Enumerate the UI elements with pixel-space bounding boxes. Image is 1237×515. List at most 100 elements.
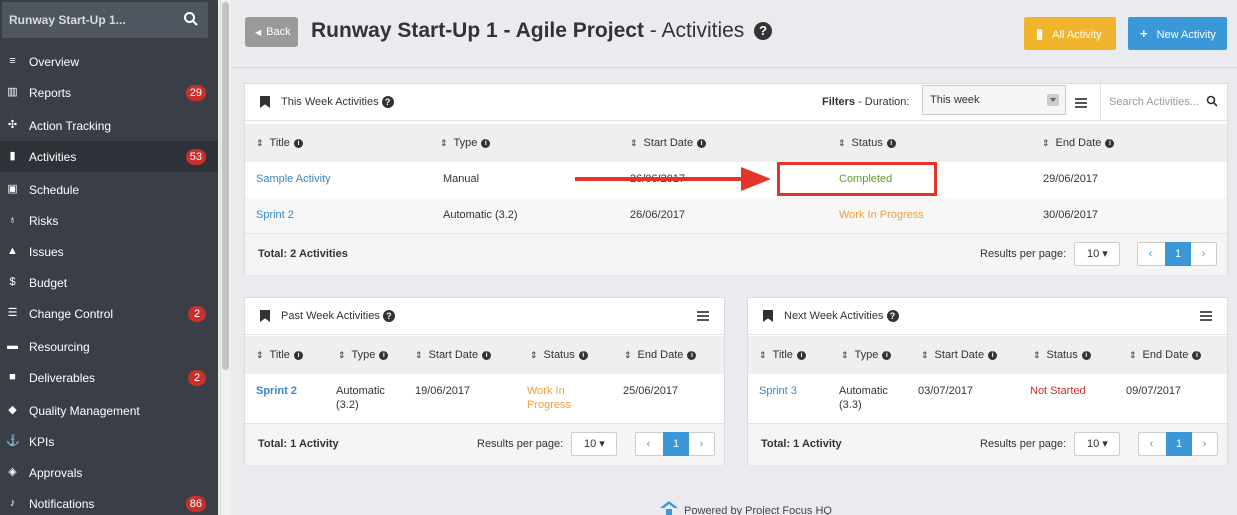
sidebar-item-approvals[interactable]: ◈ Approvals [0,457,218,488]
help-icon: i [988,351,998,360]
page-button-current[interactable]: 1 [663,432,689,456]
sidebar-item-issues[interactable]: ▲ Issues [0,236,218,267]
prev-page-button[interactable]: ‹ [1139,433,1164,455]
sidebar-item-label: Change Control [29,307,114,321]
activity-end-date: 09/07/2017 [1126,385,1182,397]
column-header-type[interactable]: ⇕ Type i [338,349,389,361]
activity-title-link[interactable]: Sprint 2 [256,384,297,398]
search-icon[interactable] [183,11,199,27]
powered-by-text: Powered by Project Focus HQ [684,505,832,515]
help-icon: i [578,351,588,360]
prev-page-button[interactable]: ‹ [636,433,661,455]
search-input[interactable]: Search Activities... [1100,84,1227,121]
activity-start-date: 26/06/2017 [630,209,686,221]
sidebar-item-quality-management[interactable]: ◆ Quality Management [0,395,218,426]
column-header-start-date[interactable]: ⇕ Start Date i [415,349,492,361]
sidebar-item-label: Activities [29,150,77,164]
sidebar-item-budget[interactable]: $ Budget [0,267,218,298]
column-header-start-date[interactable]: ⇕ Start Date i [630,137,707,149]
column-header-status[interactable]: ⇕ Status i [530,349,588,361]
column-header-type[interactable]: ⇕ Type i [440,137,491,149]
column-header-end-date[interactable]: ⇕ End Date i [1129,349,1202,361]
sort-icon: ⇕ [256,350,264,360]
hamburger-menu-icon[interactable] [697,311,709,321]
column-header-status[interactable]: ⇕ Status i [838,137,896,149]
page-button-current[interactable]: 1 [1166,432,1192,456]
results-per-page-label: Results per page: [980,248,1067,260]
project-name: Runway Start-Up 1... [9,13,126,27]
sidebar-item-notifications[interactable]: ♪ Notifications 86 [0,488,218,515]
per-page-select[interactable]: 10 ▾ [571,432,617,456]
next-page-button[interactable]: › [689,433,714,455]
duration-select[interactable]: This week [922,85,1066,115]
table-row[interactable]: Sprint 2 Automatic (3.2) 19/06/2017 Work … [245,374,724,422]
all-activity-button[interactable]: ▮ All Activity [1024,17,1116,50]
sidebar-scrollbar-thumb[interactable] [222,2,229,370]
panel-footer: Total: 1 Activity Results per page: 10 ▾… [245,423,724,465]
bookmark-icon [260,96,270,108]
column-header-type[interactable]: ⇕ Type i [841,349,892,361]
total-count: Total: 1 Activity [761,438,842,450]
column-header-start-date[interactable]: ⇕ Start Date i [921,349,998,361]
lightbulb-icon: ♁ [8,214,17,226]
page-button-current[interactable]: 1 [1165,242,1191,266]
hamburger-menu-icon[interactable] [1075,98,1087,108]
column-header-title[interactable]: ⇕ Title i [256,137,303,149]
results-per-page-label: Results per page: [980,438,1067,450]
activity-title-link[interactable]: Sprint 3 [759,384,797,398]
back-button[interactable]: ◀ Back [245,17,298,47]
count-badge: 53 [185,149,206,165]
new-activity-button[interactable]: + New Activity [1128,17,1227,50]
activity-title-link[interactable]: Sprint 2 [256,208,294,222]
filters-label: Filters - Duration: [822,96,910,108]
sidebar-item-reports[interactable]: ▥ Reports 29 [0,77,218,108]
help-icon: i [379,351,389,360]
sidebar-item-kpis[interactable]: ⚓ KPIs [0,426,218,457]
back-label: Back [266,26,291,38]
table-row[interactable]: Sprint 3 Automatic (3.3) 03/07/2017 Not S… [748,374,1227,422]
column-header-end-date[interactable]: ⇕ End Date i [1042,137,1115,149]
column-header-title[interactable]: ⇕ Title i [759,349,806,361]
help-icon[interactable]: ? [754,22,773,40]
pagination: ‹ 1 › [1138,432,1218,456]
help-icon[interactable]: ? [886,310,899,322]
sidebar-item-risks[interactable]: ♁ Risks [0,205,218,236]
sidebar-item-action-tracking[interactable]: ✣ Action Tracking [0,110,218,141]
help-icon[interactable]: ? [382,310,395,322]
activity-type: Automatic (3.2) [443,209,518,221]
sidebar-item-overview[interactable]: ≡ Overview [0,46,218,77]
column-header-title[interactable]: ⇕ Title i [256,349,303,361]
project-focus-logo [660,501,678,515]
next-page-button[interactable]: › [1192,433,1217,455]
table-row[interactable]: Sprint 2 Automatic (3.2) 26/06/2017 Work… [245,198,1227,234]
bell-icon: ♪ [9,497,16,509]
sidebar: Runway Start-Up 1... ≡ Overview ▥ Report… [0,0,218,515]
duration-value: This week [930,94,980,106]
prev-page-button[interactable]: ‹ [1138,243,1163,265]
bar-chart-icon: ▥ [7,86,18,98]
sort-icon: ⇕ [1033,350,1041,360]
column-header-end-date[interactable]: ⇕ End Date i [624,349,697,361]
help-icon: i [1192,351,1202,360]
sidebar-item-activities[interactable]: ▮ Activities 53 [0,141,218,172]
search-icon[interactable] [1206,95,1218,107]
next-page-button[interactable]: › [1191,243,1216,265]
sidebar-item-resourcing[interactable]: ▬ Resourcing [0,331,218,362]
activity-end-date: 25/06/2017 [623,385,679,397]
sidebar-item-change-control[interactable]: ☰ Change Control 2 [0,298,218,329]
hamburger-menu-icon[interactable] [1200,311,1212,321]
column-header-status[interactable]: ⇕ Status i [1033,349,1091,361]
sort-icon: ⇕ [440,138,448,148]
activity-title-link[interactable]: Sample Activity [256,172,331,186]
sidebar-item-label: Schedule [29,183,80,197]
help-icon: i [293,139,303,148]
new-activity-label: New Activity [1156,29,1216,41]
sidebar-item-deliverables[interactable]: ■ Deliverables 2 [0,362,218,393]
sidebar-item-schedule[interactable]: ▣ Schedule [0,174,218,205]
help-icon[interactable]: ? [381,96,394,108]
per-page-select[interactable]: 10 ▾ [1074,432,1120,456]
count-badge: 29 [185,85,206,101]
per-page-select[interactable]: 10 ▾ [1074,242,1120,266]
project-switcher[interactable]: Runway Start-Up 1... [2,2,208,38]
sidebar-item-label: Approvals [29,466,83,480]
